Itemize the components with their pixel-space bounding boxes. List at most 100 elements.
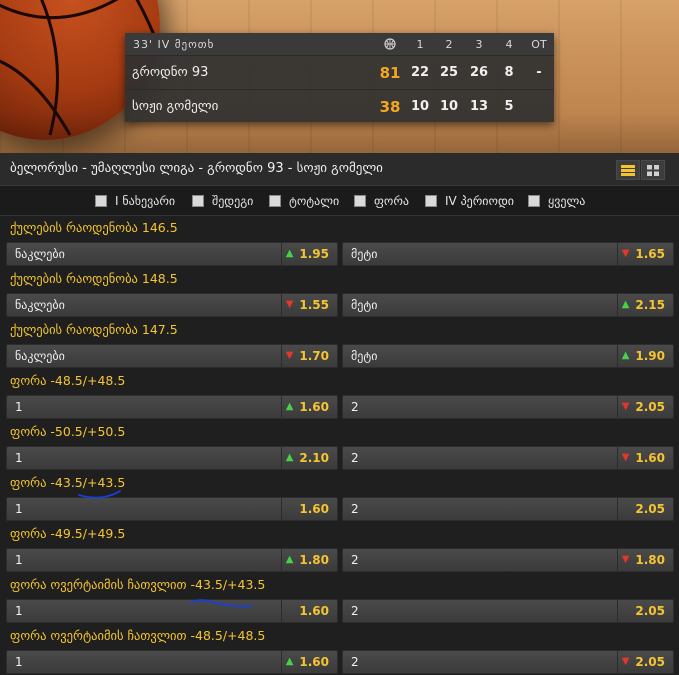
scoreboard-header: 33' IV მეოთხ 1 2 3 4 OT — [125, 33, 554, 55]
list-view-button[interactable] — [616, 160, 640, 180]
odd-button-first[interactable]: 1 ▲ 2.10 — [6, 446, 338, 470]
market-title: ფორა -49.5/+49.5 — [10, 526, 126, 541]
filter-fourth-period[interactable]: IV პერიოდი — [425, 194, 514, 208]
checkbox[interactable] — [528, 195, 540, 207]
away-period-2: 10 — [439, 99, 459, 114]
period-3-header: 3 — [475, 37, 483, 51]
odd-button-second[interactable]: 2 2.05 — [342, 497, 674, 521]
trend-down-icon: ▼ — [285, 350, 294, 361]
event-title-bar: ბელორუსი - უმაღლესი ლიგა - გროდნო 93 - ს… — [0, 153, 679, 186]
filter-label: ტოტალი — [289, 194, 340, 208]
odd-button-second[interactable]: მეტი ▼ 1.65 — [342, 242, 674, 266]
checkbox[interactable] — [354, 195, 366, 207]
odd-button-first[interactable]: 1 ▲ 1.60 — [6, 395, 338, 419]
odd-number: 1.60 — [299, 604, 329, 618]
odds-row: ნაკლები ▲ 1.95 მეტი ▼ 1.65 — [0, 240, 679, 267]
home-total-score: 81 — [379, 63, 401, 82]
odd-button-second[interactable]: მეტი ▲ 1.90 — [342, 344, 674, 368]
odd-label: 2 — [351, 604, 359, 618]
filter-all[interactable]: ყველა — [528, 194, 585, 208]
odd-button-first[interactable]: 1 1.60 — [6, 497, 338, 521]
odd-button-second[interactable]: 2 2.05 — [342, 599, 674, 623]
odd-number: 2.10 — [299, 451, 329, 465]
odd-value: 1.60 — [281, 498, 337, 520]
odd-value: ▲ 1.80 — [281, 549, 337, 571]
odd-button-second[interactable]: 2 ▼ 1.60 — [342, 446, 674, 470]
odd-button-second[interactable]: 2 ▼ 2.05 — [342, 650, 674, 674]
trend-up-icon: ▲ — [285, 452, 294, 463]
team-row-home: გროდნო 93 81 22 25 26 8 - — [125, 55, 554, 89]
home-period-3: 26 — [469, 65, 489, 80]
trend-down-icon: ▼ — [285, 299, 294, 310]
odd-value: ▲ 2.15 — [617, 294, 673, 316]
odd-number: 1.60 — [299, 655, 329, 669]
scoreboard: 33' IV მეოთხ 1 2 3 4 OT გროდნო 93 81 22 … — [125, 33, 554, 122]
trend-up-icon: ▲ — [621, 350, 630, 361]
odd-label: 1 — [15, 655, 23, 669]
odd-button-first[interactable]: 1 ▲ 1.80 — [6, 548, 338, 572]
odd-value: 2.05 — [617, 600, 673, 622]
market-filter-bar: I ნახევარი შედეგი ტოტალი ფორა IV პერიოდი… — [0, 186, 679, 216]
basketball-icon — [381, 33, 399, 55]
odd-button-first[interactable]: ნაკლები ▲ 1.95 — [6, 242, 338, 266]
odd-number: 1.70 — [299, 349, 329, 363]
markets-list: ქულების რაოდენობა 146.5 ნაკლები ▲ 1.95 მეტი ▼… — [0, 216, 679, 675]
trend-up-icon: ▲ — [285, 554, 294, 565]
odd-label: 2 — [351, 655, 359, 669]
period-1-header: 1 — [416, 37, 424, 51]
odd-label: 1 — [15, 451, 23, 465]
odd-number: 1.60 — [635, 451, 665, 465]
checkbox[interactable] — [425, 195, 437, 207]
odd-number: 1.80 — [299, 553, 329, 567]
trend-up-icon: ▲ — [285, 401, 294, 412]
trend-down-icon: ▼ — [621, 248, 630, 259]
odd-value: ▲ 1.60 — [281, 651, 337, 673]
odd-button-first[interactable]: 1 1.60 — [6, 599, 338, 623]
odd-label: 1 — [15, 553, 23, 567]
checkbox[interactable] — [95, 195, 107, 207]
odd-label: 1 — [15, 502, 23, 516]
odd-button-second[interactable]: მეტი ▲ 2.15 — [342, 293, 674, 317]
odd-number: 1.55 — [299, 298, 329, 312]
grid-view-button[interactable] — [641, 160, 665, 180]
odd-number: 2.05 — [635, 604, 665, 618]
odd-label: 2 — [351, 451, 359, 465]
team-row-away: სოჟი გომელი 38 10 10 13 5 — [125, 89, 554, 123]
odd-number: 2.05 — [635, 400, 665, 414]
odd-value: ▲ 2.10 — [281, 447, 337, 469]
odd-value: ▲ 1.60 — [281, 396, 337, 418]
odd-number: 1.60 — [299, 502, 329, 516]
odd-value: ▼ 1.80 — [617, 549, 673, 571]
checkbox[interactable] — [192, 195, 204, 207]
filter-handicap[interactable]: ფორა — [354, 194, 409, 208]
odd-button-first[interactable]: 1 ▲ 1.60 — [6, 650, 338, 674]
odd-number: 1.65 — [635, 247, 665, 261]
odd-label: ნაკლები — [15, 349, 65, 363]
odd-button-first[interactable]: ნაკლები ▼ 1.55 — [6, 293, 338, 317]
trend-down-icon: ▼ — [621, 401, 630, 412]
odd-value: ▲ 1.90 — [617, 345, 673, 367]
odd-button-second[interactable]: 2 ▼ 1.80 — [342, 548, 674, 572]
odd-button-first[interactable]: ნაკლები ▼ 1.70 — [6, 344, 338, 368]
overtime-header: OT — [531, 37, 547, 51]
odd-number: 1.95 — [299, 247, 329, 261]
home-period-2: 25 — [439, 65, 459, 80]
home-period-4: 8 — [504, 65, 514, 80]
odd-label: 2 — [351, 553, 359, 567]
away-team-name: სოჟი გომელი — [132, 99, 219, 114]
match-time: 33' IV მეოთხ — [133, 37, 215, 51]
away-overtime — [526, 90, 552, 123]
odd-label: 1 — [15, 604, 23, 618]
odd-button-second[interactable]: 2 ▼ 2.05 — [342, 395, 674, 419]
filter-total[interactable]: ტოტალი — [269, 194, 339, 208]
odds-row: ნაკლები ▼ 1.70 მეტი ▲ 1.90 — [0, 342, 679, 369]
odd-label: მეტი — [351, 349, 378, 363]
filter-result[interactable]: შედეგი — [192, 194, 253, 208]
checkbox[interactable] — [269, 195, 281, 207]
filter-first-half[interactable]: I ნახევარი — [95, 194, 175, 208]
odd-label: 2 — [351, 502, 359, 516]
odds-row: 1 1.60 2 2.05 — [0, 597, 679, 624]
home-team-name: გროდნო 93 — [132, 65, 209, 80]
odds-row: 1 1.60 2 2.05 — [0, 495, 679, 522]
away-period-4: 5 — [504, 99, 514, 114]
